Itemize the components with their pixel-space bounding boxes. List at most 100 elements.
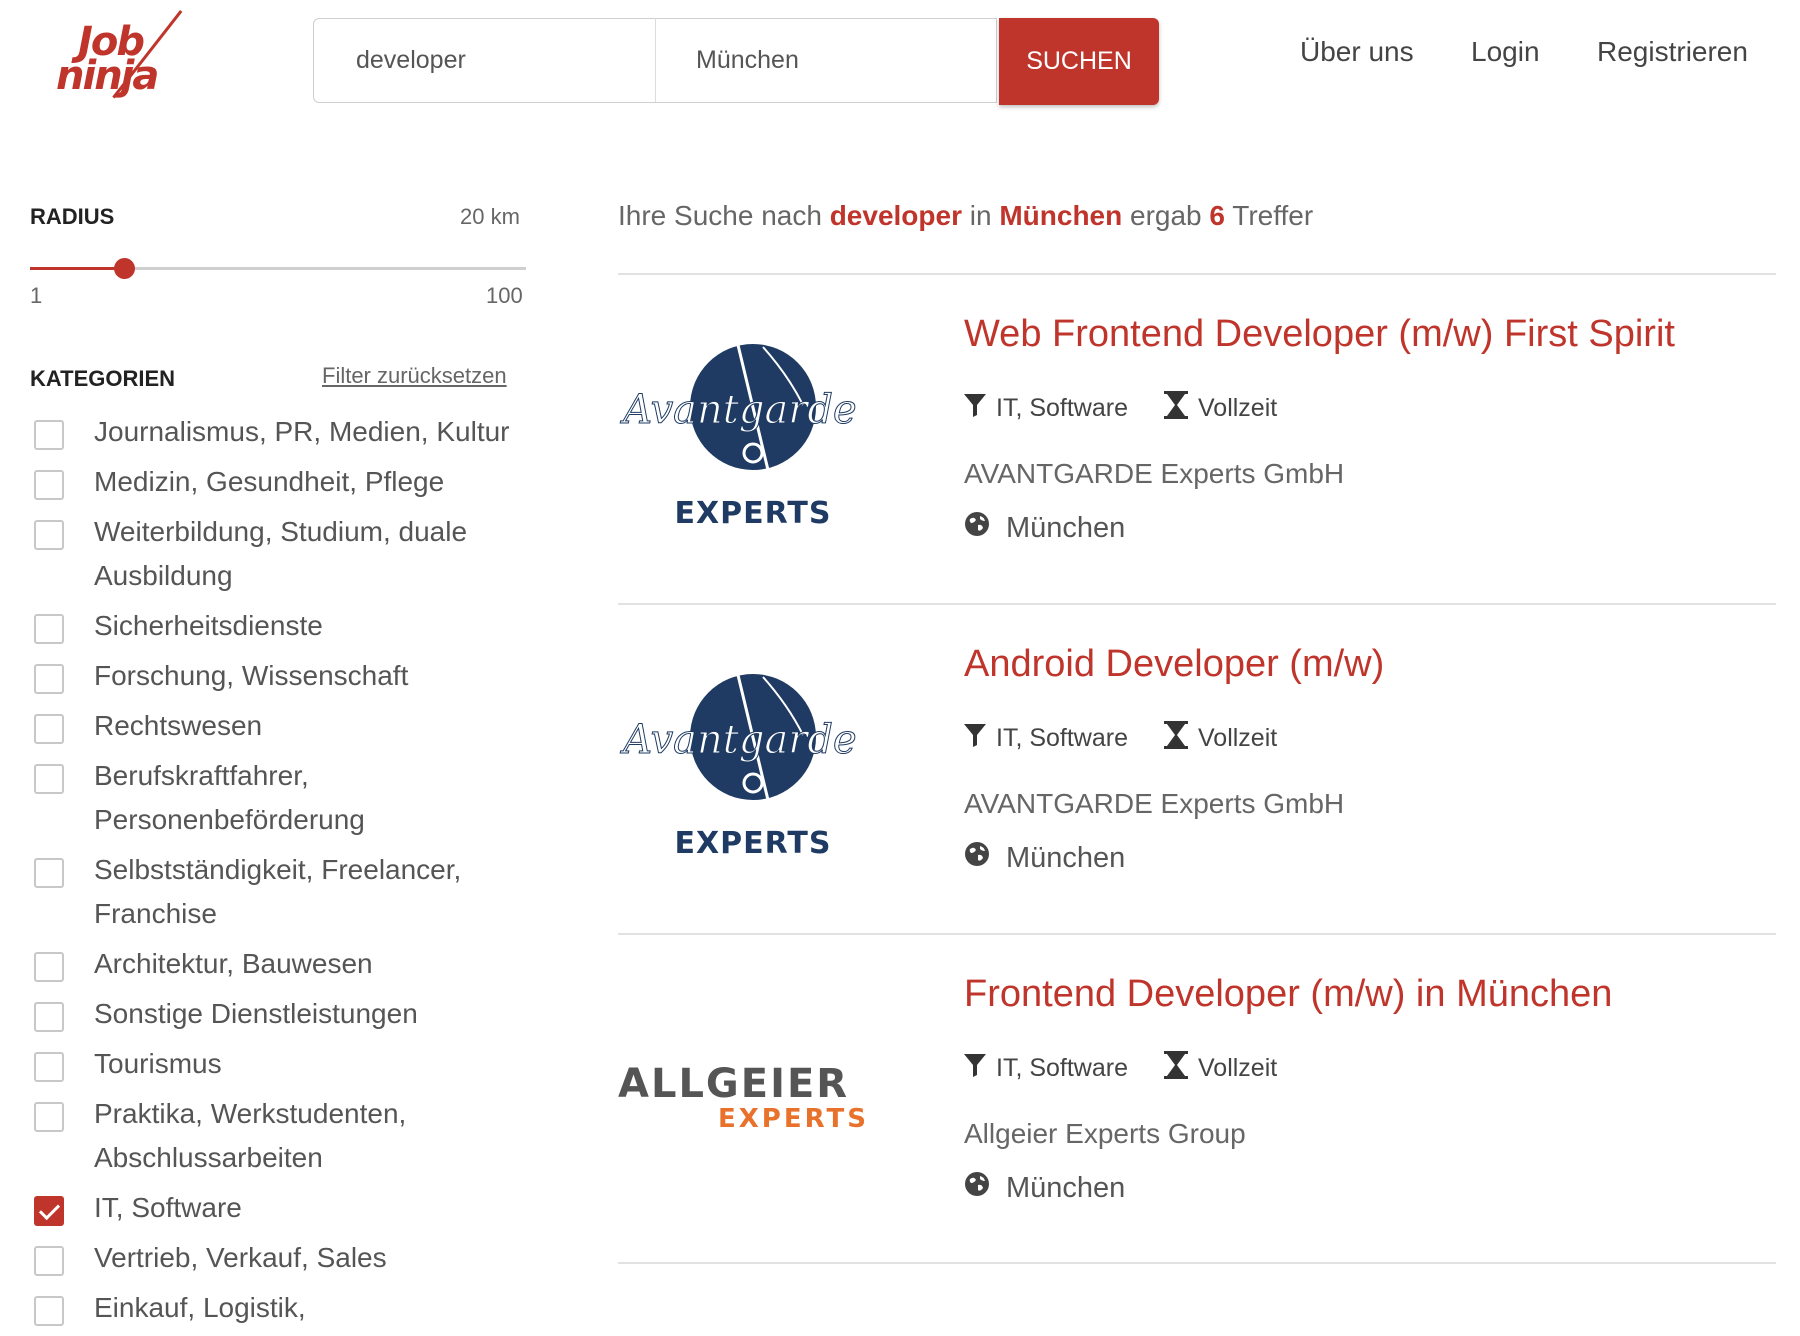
job-type: Vollzeit (1198, 724, 1278, 752)
radius-slider-thumb[interactable] (114, 258, 136, 279)
category-label: Selbstständigkeit, Freelancer, Franchise (94, 854, 462, 929)
company-logo-text: EXPERTS (675, 496, 832, 531)
job-meta: IT, Software Vollzeit (964, 1051, 1277, 1086)
category-label: Sicherheitsdienste (94, 610, 323, 641)
search-query-box (313, 18, 656, 103)
job-category: IT, Software (996, 1054, 1128, 1082)
nav-login[interactable]: Login (1471, 36, 1540, 68)
category-item[interactable]: Berufskraftfahrer, Personenbeförderung (34, 754, 534, 842)
search-query-input[interactable] (314, 19, 655, 102)
category-checkbox[interactable] (34, 1002, 64, 1032)
job-location: München (964, 841, 1125, 875)
radius-min: 1 (30, 283, 43, 308)
jobninja-logo[interactable]: Job ninja (52, 10, 183, 105)
category-checkbox[interactable] (34, 1296, 64, 1326)
job-category: IT, Software (996, 724, 1128, 752)
category-item[interactable]: Selbstständigkeit, Freelancer, Franchise (34, 848, 534, 936)
category-checkbox[interactable] (34, 420, 64, 450)
radius-slider-fill (30, 267, 125, 270)
filter-reset-link[interactable]: Filter zurücksetzen (322, 363, 507, 389)
company-logo: ALLGEIEREXPERTS (618, 1061, 866, 1134)
category-item[interactable]: Weiterbildung, Studium, duale Ausbildung (34, 510, 534, 598)
job-company: AVANTGARDE Experts GmbH (964, 458, 1345, 489)
job-card[interactable]: Avantgarde EXPERTS Android Developer (m/w)… (618, 605, 1776, 933)
search-location-box (655, 18, 997, 103)
category-label: Forschung, Wissenschaft (94, 660, 409, 691)
filter-icon (964, 393, 996, 424)
filter-icon (964, 1053, 996, 1084)
nav-about[interactable]: Über uns (1300, 36, 1414, 68)
category-checkbox[interactable] (34, 764, 64, 794)
company-logo-text: ALLGEIER (618, 1061, 849, 1107)
category-list: Journalismus, PR, Medien, Kultur Medizin,… (34, 410, 534, 1336)
category-label: IT, Software (94, 1192, 242, 1223)
category-item[interactable]: Journalismus, PR, Medien, Kultur (34, 410, 534, 454)
category-item[interactable]: Praktika, Werkstudenten, Abschlussarbeit… (34, 1092, 534, 1180)
company-logo: Avantgarde EXPERTS (619, 344, 857, 531)
globe-icon (964, 1171, 1006, 1205)
category-checkbox[interactable] (34, 858, 64, 888)
category-item[interactable]: Architektur, Bauwesen (34, 942, 534, 986)
search-location-input[interactable] (656, 19, 996, 102)
summary-prefix: Ihre Suche nach (618, 200, 822, 231)
job-meta: IT, Software Vollzeit (964, 721, 1277, 756)
category-checkbox[interactable] (34, 1196, 64, 1226)
category-checkbox[interactable] (34, 664, 64, 694)
summary-query: developer (829, 200, 962, 231)
globe-icon (964, 511, 1006, 545)
category-item[interactable]: Vertrieb, Verkauf, Sales (34, 1236, 534, 1280)
job-title-link[interactable]: Web Frontend Developer (m/w) First Spiri… (964, 313, 1675, 356)
category-checkbox[interactable] (34, 614, 64, 644)
category-label: Praktika, Werkstudenten, Abschlussarbeit… (94, 1098, 407, 1173)
job-type: Vollzeit (1198, 1054, 1278, 1082)
category-checkbox[interactable] (34, 1102, 64, 1132)
company-logo-script: Avantgarde (619, 387, 856, 433)
hourglass-icon (1164, 391, 1198, 426)
summary-count: 6 (1209, 200, 1225, 231)
category-item[interactable]: Medizin, Gesundheit, Pflege (34, 460, 534, 504)
category-checkbox[interactable] (34, 470, 64, 500)
job-location: München (964, 1171, 1125, 1205)
job-type: Vollzeit (1198, 394, 1278, 422)
company-logo-area[interactable]: ALLGEIER EXPERTS (618, 995, 868, 1195)
category-label: Vertrieb, Verkauf, Sales (94, 1242, 387, 1273)
company-logo-area[interactable]: Avantgarde EXPERTS (618, 335, 868, 535)
search-button[interactable]: SUCHEN (999, 18, 1159, 105)
search-form: SUCHEN (313, 18, 1159, 105)
globe-icon (964, 841, 1006, 875)
categories-label: KATEGORIEN (30, 366, 176, 391)
category-item[interactable]: IT, Software (34, 1186, 534, 1230)
category-label: Berufskraftfahrer, Personenbeförderung (94, 760, 365, 835)
category-item[interactable]: Tourismus (34, 1042, 534, 1086)
category-label: Tourismus (94, 1048, 222, 1079)
job-title-link[interactable]: Android Developer (m/w) (964, 643, 1384, 686)
summary-suffix: Treffer (1232, 200, 1314, 231)
category-checkbox[interactable] (34, 520, 64, 550)
job-card[interactable]: ALLGEIER EXPERTS Frontend Developer (m/w) … (618, 935, 1776, 1263)
category-item[interactable]: Rechtswesen (34, 704, 534, 748)
category-item[interactable]: Forschung, Wissenschaft (34, 654, 534, 698)
category-checkbox[interactable] (34, 1052, 64, 1082)
category-checkbox[interactable] (34, 1246, 64, 1276)
category-label: Medizin, Gesundheit, Pflege (94, 466, 445, 497)
nav-register[interactable]: Registrieren (1597, 36, 1748, 68)
radius-slider[interactable] (30, 258, 526, 279)
company-logo-area[interactable]: Avantgarde EXPERTS (618, 665, 868, 865)
results-summary: Ihre Suche nach developer in München erg… (618, 200, 1313, 232)
category-item[interactable]: Einkauf, Logistik, (34, 1286, 534, 1330)
category-item[interactable]: Sicherheitsdienste (34, 604, 534, 648)
job-category: IT, Software (996, 394, 1128, 422)
job-card[interactable]: Avantgarde EXPERTS Web Frontend Developer … (618, 275, 1776, 603)
job-title-link[interactable]: Frontend Developer (m/w) in München (964, 973, 1612, 1016)
hourglass-icon (1164, 1051, 1198, 1086)
category-checkbox[interactable] (34, 714, 64, 744)
category-label: Rechtswesen (94, 710, 263, 741)
job-city: München (1006, 1171, 1126, 1204)
category-item[interactable]: Sonstige Dienstleistungen (34, 992, 534, 1036)
filter-icon (964, 723, 996, 754)
category-label: Architektur, Bauwesen (94, 948, 373, 979)
category-checkbox[interactable] (34, 952, 64, 982)
job-location: München (964, 511, 1125, 545)
summary-in: in (969, 200, 992, 231)
summary-location: München (999, 200, 1123, 231)
